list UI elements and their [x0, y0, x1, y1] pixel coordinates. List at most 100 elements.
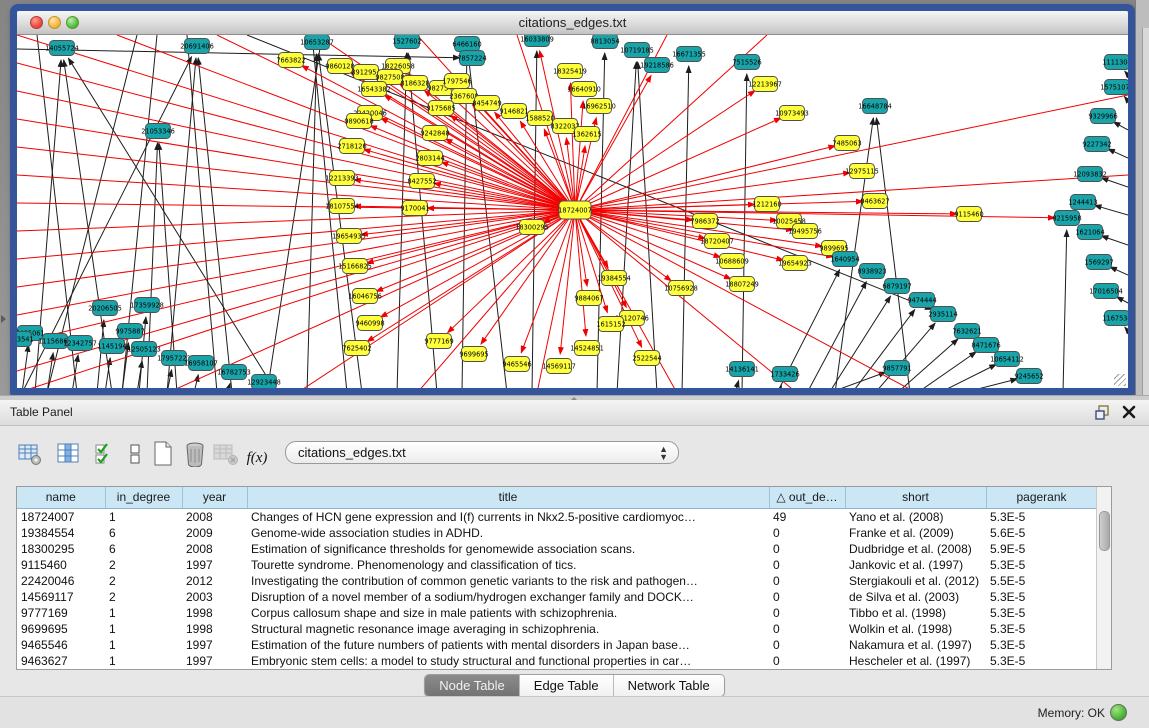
table-row[interactable]: 911546021997Tourette syndrome. Phenomeno… [17, 557, 1097, 573]
graph-node[interactable]: 18300295 [515, 220, 549, 235]
graph-node[interactable]: 6879197 [882, 279, 911, 294]
table-row[interactable]: 1938455462009Genome-wide association stu… [17, 525, 1097, 541]
graph-node[interactable]: 7625402 [342, 341, 371, 356]
table-row[interactable]: 977716911998Corpus callosum shape and si… [17, 605, 1097, 621]
graph-node[interactable]: 7986372 [690, 214, 719, 229]
graph-node[interactable]: 9460998 [355, 316, 384, 331]
graph-node[interactable]: 1244413 [1068, 195, 1097, 210]
graph-node[interactable]: 9242848 [420, 126, 449, 141]
graph-node[interactable]: 20691406 [180, 39, 214, 54]
graph-node[interactable]: 1797546 [442, 74, 471, 89]
memory-ok-indicator-icon[interactable] [1110, 704, 1127, 721]
column-header[interactable]: in_degree [105, 487, 182, 508]
table-row[interactable]: 1830029562008Estimation of significance … [17, 541, 1097, 557]
graph-node[interactable]: 7663822 [276, 53, 305, 68]
graph-node[interactable]: 1527602 [392, 35, 421, 49]
graph-node[interactable]: 16958107 [184, 356, 218, 371]
graph-node[interactable]: 7515526 [732, 55, 761, 70]
graph-node[interactable]: 7485063 [832, 136, 861, 151]
window-titlebar[interactable]: citations_edges.txt [17, 11, 1128, 35]
float-panel-icon[interactable] [1095, 404, 1111, 420]
graph-node[interactable]: 16033809 [520, 35, 554, 47]
graph-node[interactable]: 12342757 [63, 336, 97, 351]
graph-node[interactable]: 8938923 [857, 264, 886, 279]
graph-node[interactable]: 9699695 [459, 347, 488, 362]
graph-node[interactable]: 7632621 [952, 324, 981, 339]
graph-node[interactable]: 1145194 [97, 339, 126, 354]
graph-node[interactable]: 8454749 [472, 96, 501, 111]
graph-node[interactable]: 12923448 [247, 375, 281, 389]
graph-node[interactable]: 20206505 [88, 301, 122, 316]
graph-node[interactable]: 1167534 [1102, 311, 1128, 326]
graph-node[interactable]: 12505123 [127, 342, 161, 357]
graph-node[interactable]: 9463627 [860, 194, 889, 209]
graph-node[interactable]: 10719185 [620, 43, 654, 58]
graph-node[interactable]: 19654923 [778, 256, 812, 271]
column-header[interactable]: △ out_de… [769, 487, 845, 508]
graph-node[interactable]: 18724007 [558, 201, 592, 219]
graph-node[interactable]: 12975115 [845, 164, 879, 179]
graph-node[interactable]: 1212160 [752, 197, 781, 212]
graph-node[interactable]: 9890618 [344, 114, 373, 129]
graph-node[interactable]: 6466160 [452, 37, 481, 52]
graph-node[interactable]: 9175685 [426, 101, 455, 116]
graph-node[interactable]: 16648784 [858, 99, 892, 114]
graph-node[interactable]: 10973493 [775, 106, 809, 121]
graph-node[interactable]: 8215958 [1052, 211, 1081, 226]
graph-node[interactable]: 2718126 [337, 139, 366, 154]
delete-column-button[interactable] [182, 440, 208, 468]
graph-node[interactable]: 9115460 [954, 207, 983, 222]
table-row[interactable]: 946554611997Estimation of the future num… [17, 637, 1097, 653]
graph-node[interactable]: 19654935 [332, 229, 366, 244]
graph-node[interactable]: 9329966 [1088, 109, 1117, 124]
graph-node[interactable]: 14524851 [570, 341, 604, 356]
graph-node[interactable]: 1615152 [596, 317, 625, 332]
graph-node[interactable]: 12093832 [1073, 167, 1107, 182]
graph-node[interactable]: 1640954 [830, 252, 859, 267]
graph-node[interactable]: 1621064 [1075, 225, 1104, 240]
graph-node[interactable]: 9474444 [907, 293, 936, 308]
graph-node[interactable]: 19495756 [788, 224, 822, 239]
graph-node[interactable]: 7857224 [457, 51, 486, 66]
graph-node[interactable]: 10688609 [715, 254, 749, 269]
table-row[interactable]: 946362711997Embryonic stem cells: a mode… [17, 653, 1097, 669]
graph-node[interactable]: 10653287 [300, 35, 334, 50]
table-row[interactable]: 2242004622012Investigating the contribut… [17, 573, 1097, 589]
graph-node[interactable]: 2935114 [928, 307, 957, 322]
column-header[interactable]: title [247, 487, 769, 508]
graph-node[interactable]: 18720407 [700, 234, 734, 249]
graph-node[interactable]: 8471676 [971, 338, 1000, 353]
graph-node[interactable]: 17359928 [130, 298, 164, 313]
graph-node[interactable]: 16671355 [672, 47, 706, 62]
graph-node[interactable]: 8186328 [400, 76, 429, 91]
graph-node[interactable]: 9884067 [574, 291, 603, 306]
graph-node[interactable]: 1569297 [1084, 255, 1113, 270]
row-selection-button[interactable] [92, 440, 118, 468]
resize-grip[interactable] [1114, 374, 1126, 386]
graph-node[interactable]: 12213967 [748, 77, 782, 92]
graph-node[interactable]: 17016504 [1089, 284, 1123, 299]
graph-node[interactable]: 2803144 [415, 151, 444, 166]
tab-edge-table[interactable]: Edge Table [520, 675, 614, 696]
table-vertical-scrollbar[interactable] [1096, 487, 1111, 669]
table-header-row[interactable]: namein_degreeyeartitle△ out_de…shortpage… [17, 487, 1097, 508]
graph-node[interactable]: 9170041 [400, 201, 429, 216]
graph-node[interactable]: 16046756 [348, 289, 382, 304]
row-height-button[interactable] [122, 440, 148, 468]
network-view-window[interactable]: citations_edges.txt 76638229860128891295… [10, 4, 1135, 395]
column-header[interactable]: pagerank [986, 487, 1097, 508]
graph-node[interactable]: 21053346 [141, 124, 175, 139]
graph-node[interactable]: 16543382 [357, 82, 391, 97]
show-columns-button[interactable] [55, 440, 81, 468]
graph-node[interactable]: 16782753 [217, 365, 251, 380]
graph-node[interactable]: 3913541 [17, 332, 34, 347]
scrollbar-thumb[interactable] [1099, 511, 1110, 551]
network-table-selector[interactable]: citations_edges.txt ▲▼ [285, 441, 679, 464]
graph-node[interactable]: 15166825 [338, 259, 372, 274]
graph-node[interactable]: 16962510 [582, 99, 616, 114]
graph-node[interactable]: 9146821 [499, 104, 528, 119]
graph-node[interactable]: 16640910 [567, 82, 601, 97]
graph-node[interactable]: 12213393 [325, 171, 359, 186]
function-builder-button[interactable]: f(x) [244, 444, 270, 472]
graph-node[interactable]: 14569117 [542, 359, 576, 374]
